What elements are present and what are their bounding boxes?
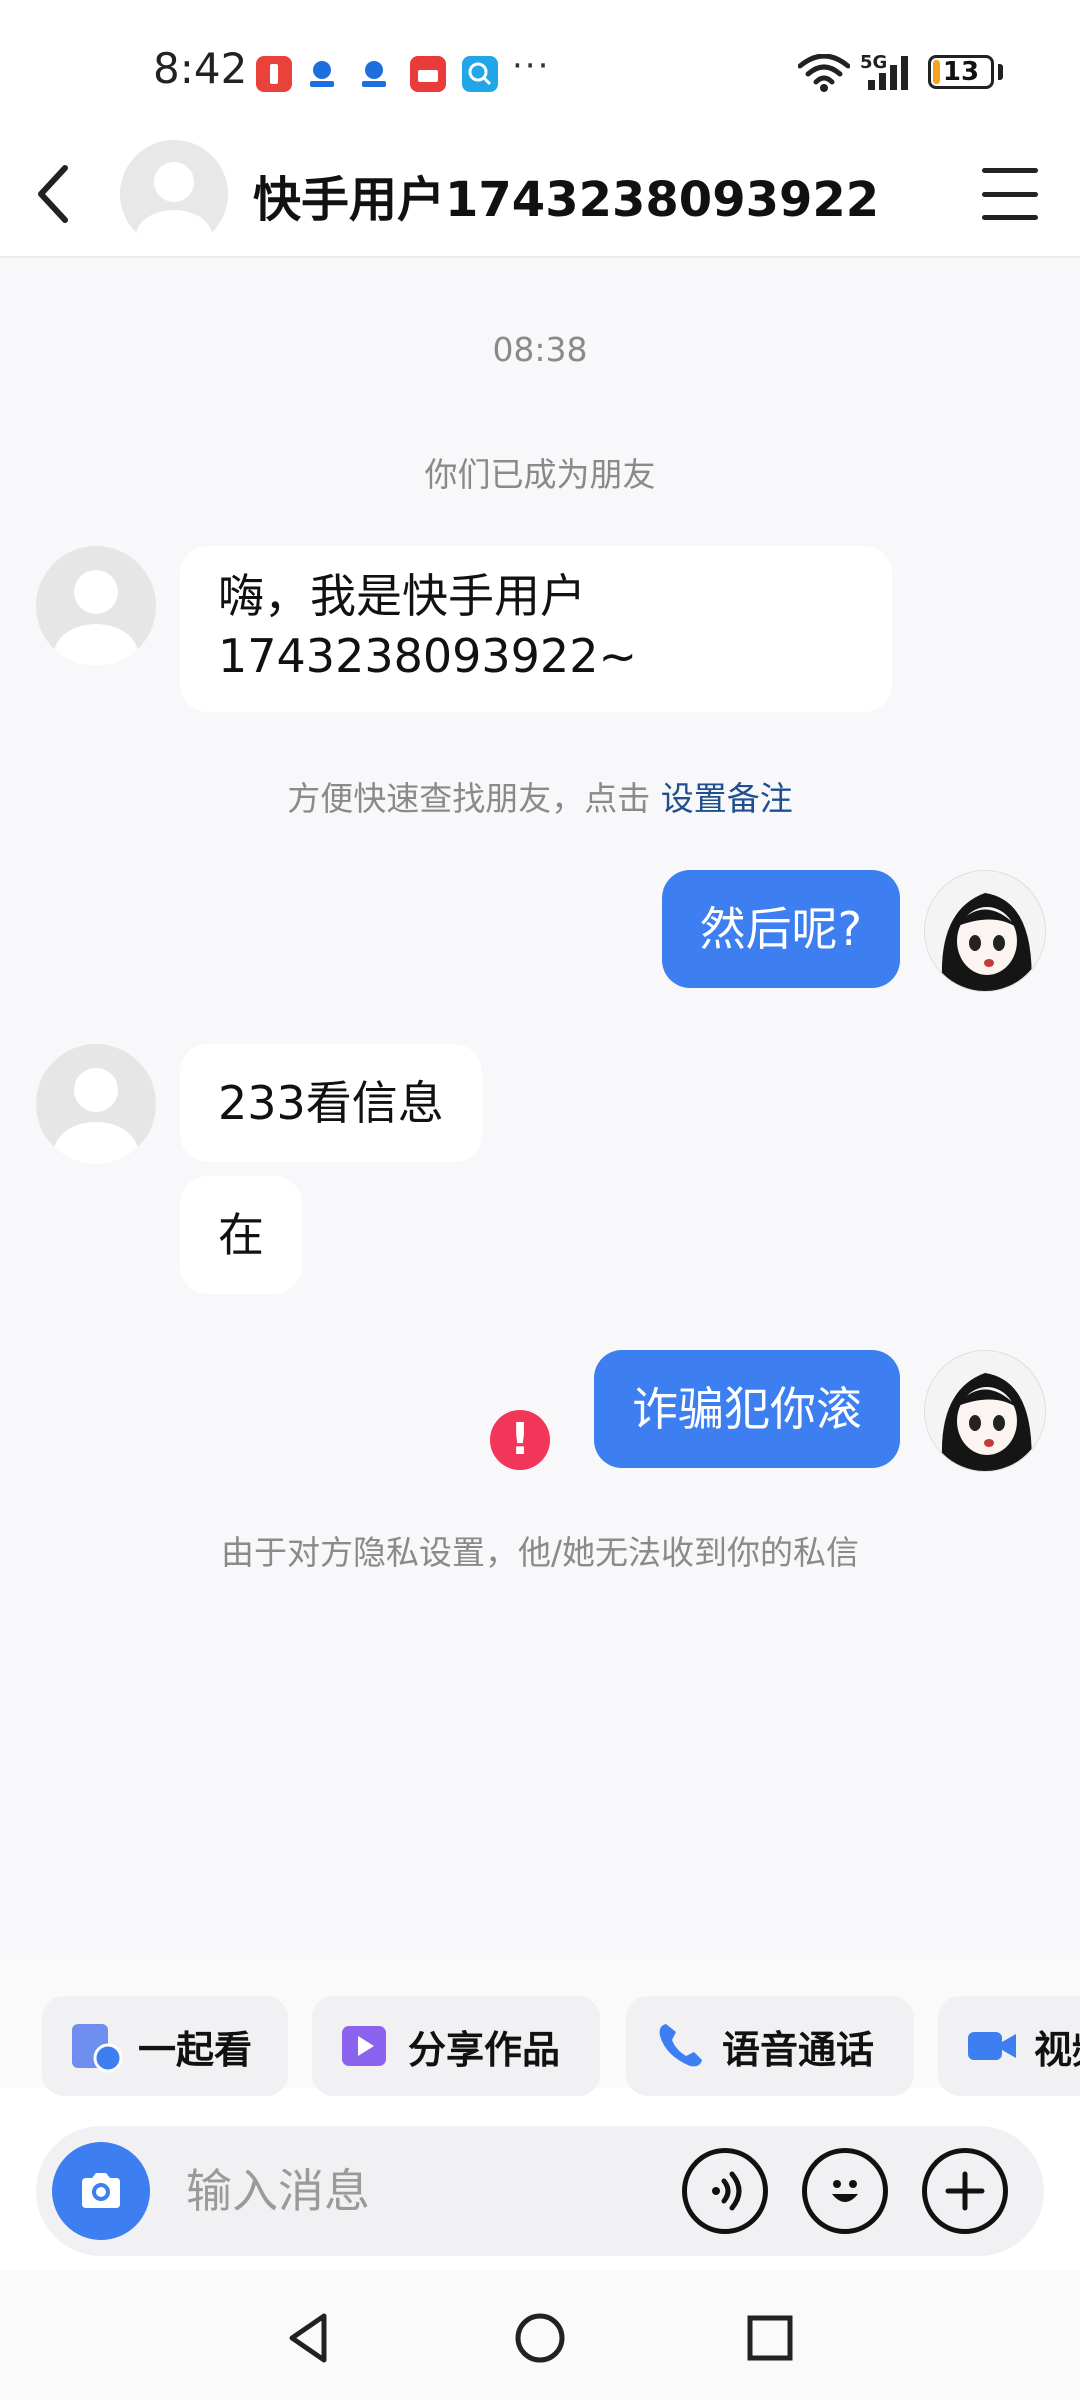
battery-icon: 13 [928,55,994,89]
video-icon [968,2032,1016,2060]
voice-input-button[interactable] [682,2148,768,2234]
square-recents-icon [747,2315,793,2361]
privacy-notice: 由于对方隐私设置，他/她无法收到你的私信 [220,1533,860,1572]
voice-call-label: 语音通话 [722,2027,875,2072]
remark-hint: 方便快速查找朋友，点击 设置备注 [0,772,1080,820]
contact-avatar-small[interactable] [36,546,156,666]
message-input[interactable] [186,2154,666,2228]
battery-percent: 13 [942,57,980,87]
signal-icon [868,56,908,90]
phone-icon [659,2024,702,2067]
video-call-label: 视频 [1034,2027,1080,2072]
anime-girl-avatar-icon [925,871,1045,991]
status-bar: 8:42 ··· 5G 13 [0,0,1080,130]
chat-header: 快手用户1743238093922 [0,130,1080,258]
nav-home-button[interactable] [500,2298,580,2378]
voice-call-button[interactable]: 语音通话 [626,1996,914,2096]
menu-icon-line [982,215,1038,220]
notification-blue-app-icon-2 [356,56,392,92]
more-notifications-icon: ··· [512,46,551,86]
wifi-icon [798,54,850,92]
menu-icon-line [982,191,1038,197]
quick-actions-bar: 一起看 分享作品 语音通话 视频 [0,1958,1080,2096]
message-bubble-incoming[interactable]: 嗨，我是快手用户1743238093922~ [180,546,892,712]
status-time: 8:42 [153,44,248,93]
chevron-left-icon [38,165,68,223]
emoji-button[interactable] [802,2148,888,2234]
notification-blue-app-icon [304,56,340,92]
smiley-icon [832,2180,858,2202]
message-bubble-outgoing[interactable]: 诈骗犯你滚 [594,1350,900,1468]
watch-together-icon [72,2024,123,2073]
my-avatar[interactable] [924,870,1046,992]
watch-together-button[interactable]: 一起看 [42,1996,288,2096]
message-list[interactable]: 08:38 你们已成为朋友 嗨，我是快手用户1743238093922~ 方便快… [0,258,1080,1958]
message-bubble-incoming[interactable]: 在 [180,1176,302,1294]
back-button[interactable] [18,150,88,238]
remark-hint-text: 方便快速查找朋友，点击 [287,779,651,818]
chat-screen: 8:42 ··· 5G 13 快手用户1743238093922 08:38 你… [0,0,1080,2400]
notification-store-icon [410,56,446,92]
share-work-icon [342,2026,386,2066]
default-user-icon [136,162,212,248]
my-avatar[interactable] [924,1350,1046,1472]
share-work-label: 分享作品 [408,2027,561,2072]
plus-icon [945,2171,985,2211]
menu-button[interactable] [972,162,1048,226]
friend-notice: 你们已成为朋友 [424,455,656,494]
share-work-button[interactable]: 分享作品 [312,1996,600,2096]
message-composer [36,2126,1044,2256]
notification-red-icon [256,56,292,92]
system-navigation-bar [0,2270,1080,2400]
send-failed-icon[interactable]: ! [490,1410,550,1470]
camera-button[interactable] [52,2142,150,2240]
watch-together-label: 一起看 [138,2027,253,2072]
message-bubble-outgoing[interactable]: 然后呢? [661,870,900,988]
message-bubble-incoming[interactable]: 233看信息 [180,1044,482,1162]
triangle-back-icon [289,2313,327,2363]
contact-avatar[interactable] [120,140,228,248]
anime-girl-avatar-icon [925,1351,1045,1471]
video-call-button[interactable]: 视频 [938,1996,1080,2096]
message-timestamp: 08:38 [492,330,588,369]
contact-avatar-small[interactable] [36,1044,156,1164]
notification-search-icon [462,56,498,92]
more-options-button[interactable] [922,2148,1008,2234]
nav-back-button[interactable] [270,2298,350,2378]
camera-icon [82,2173,120,2208]
circle-home-icon [515,2313,565,2363]
nav-recents-button[interactable] [730,2298,810,2378]
set-remark-link[interactable]: 设置备注 [661,779,793,818]
contact-name: 快手用户1743238093922 [253,172,880,228]
menu-icon-line [982,168,1038,173]
voice-wave-icon [712,2171,742,2211]
default-user-icon [54,1068,138,1164]
battery-tip [998,64,1003,80]
default-user-icon [54,570,138,666]
